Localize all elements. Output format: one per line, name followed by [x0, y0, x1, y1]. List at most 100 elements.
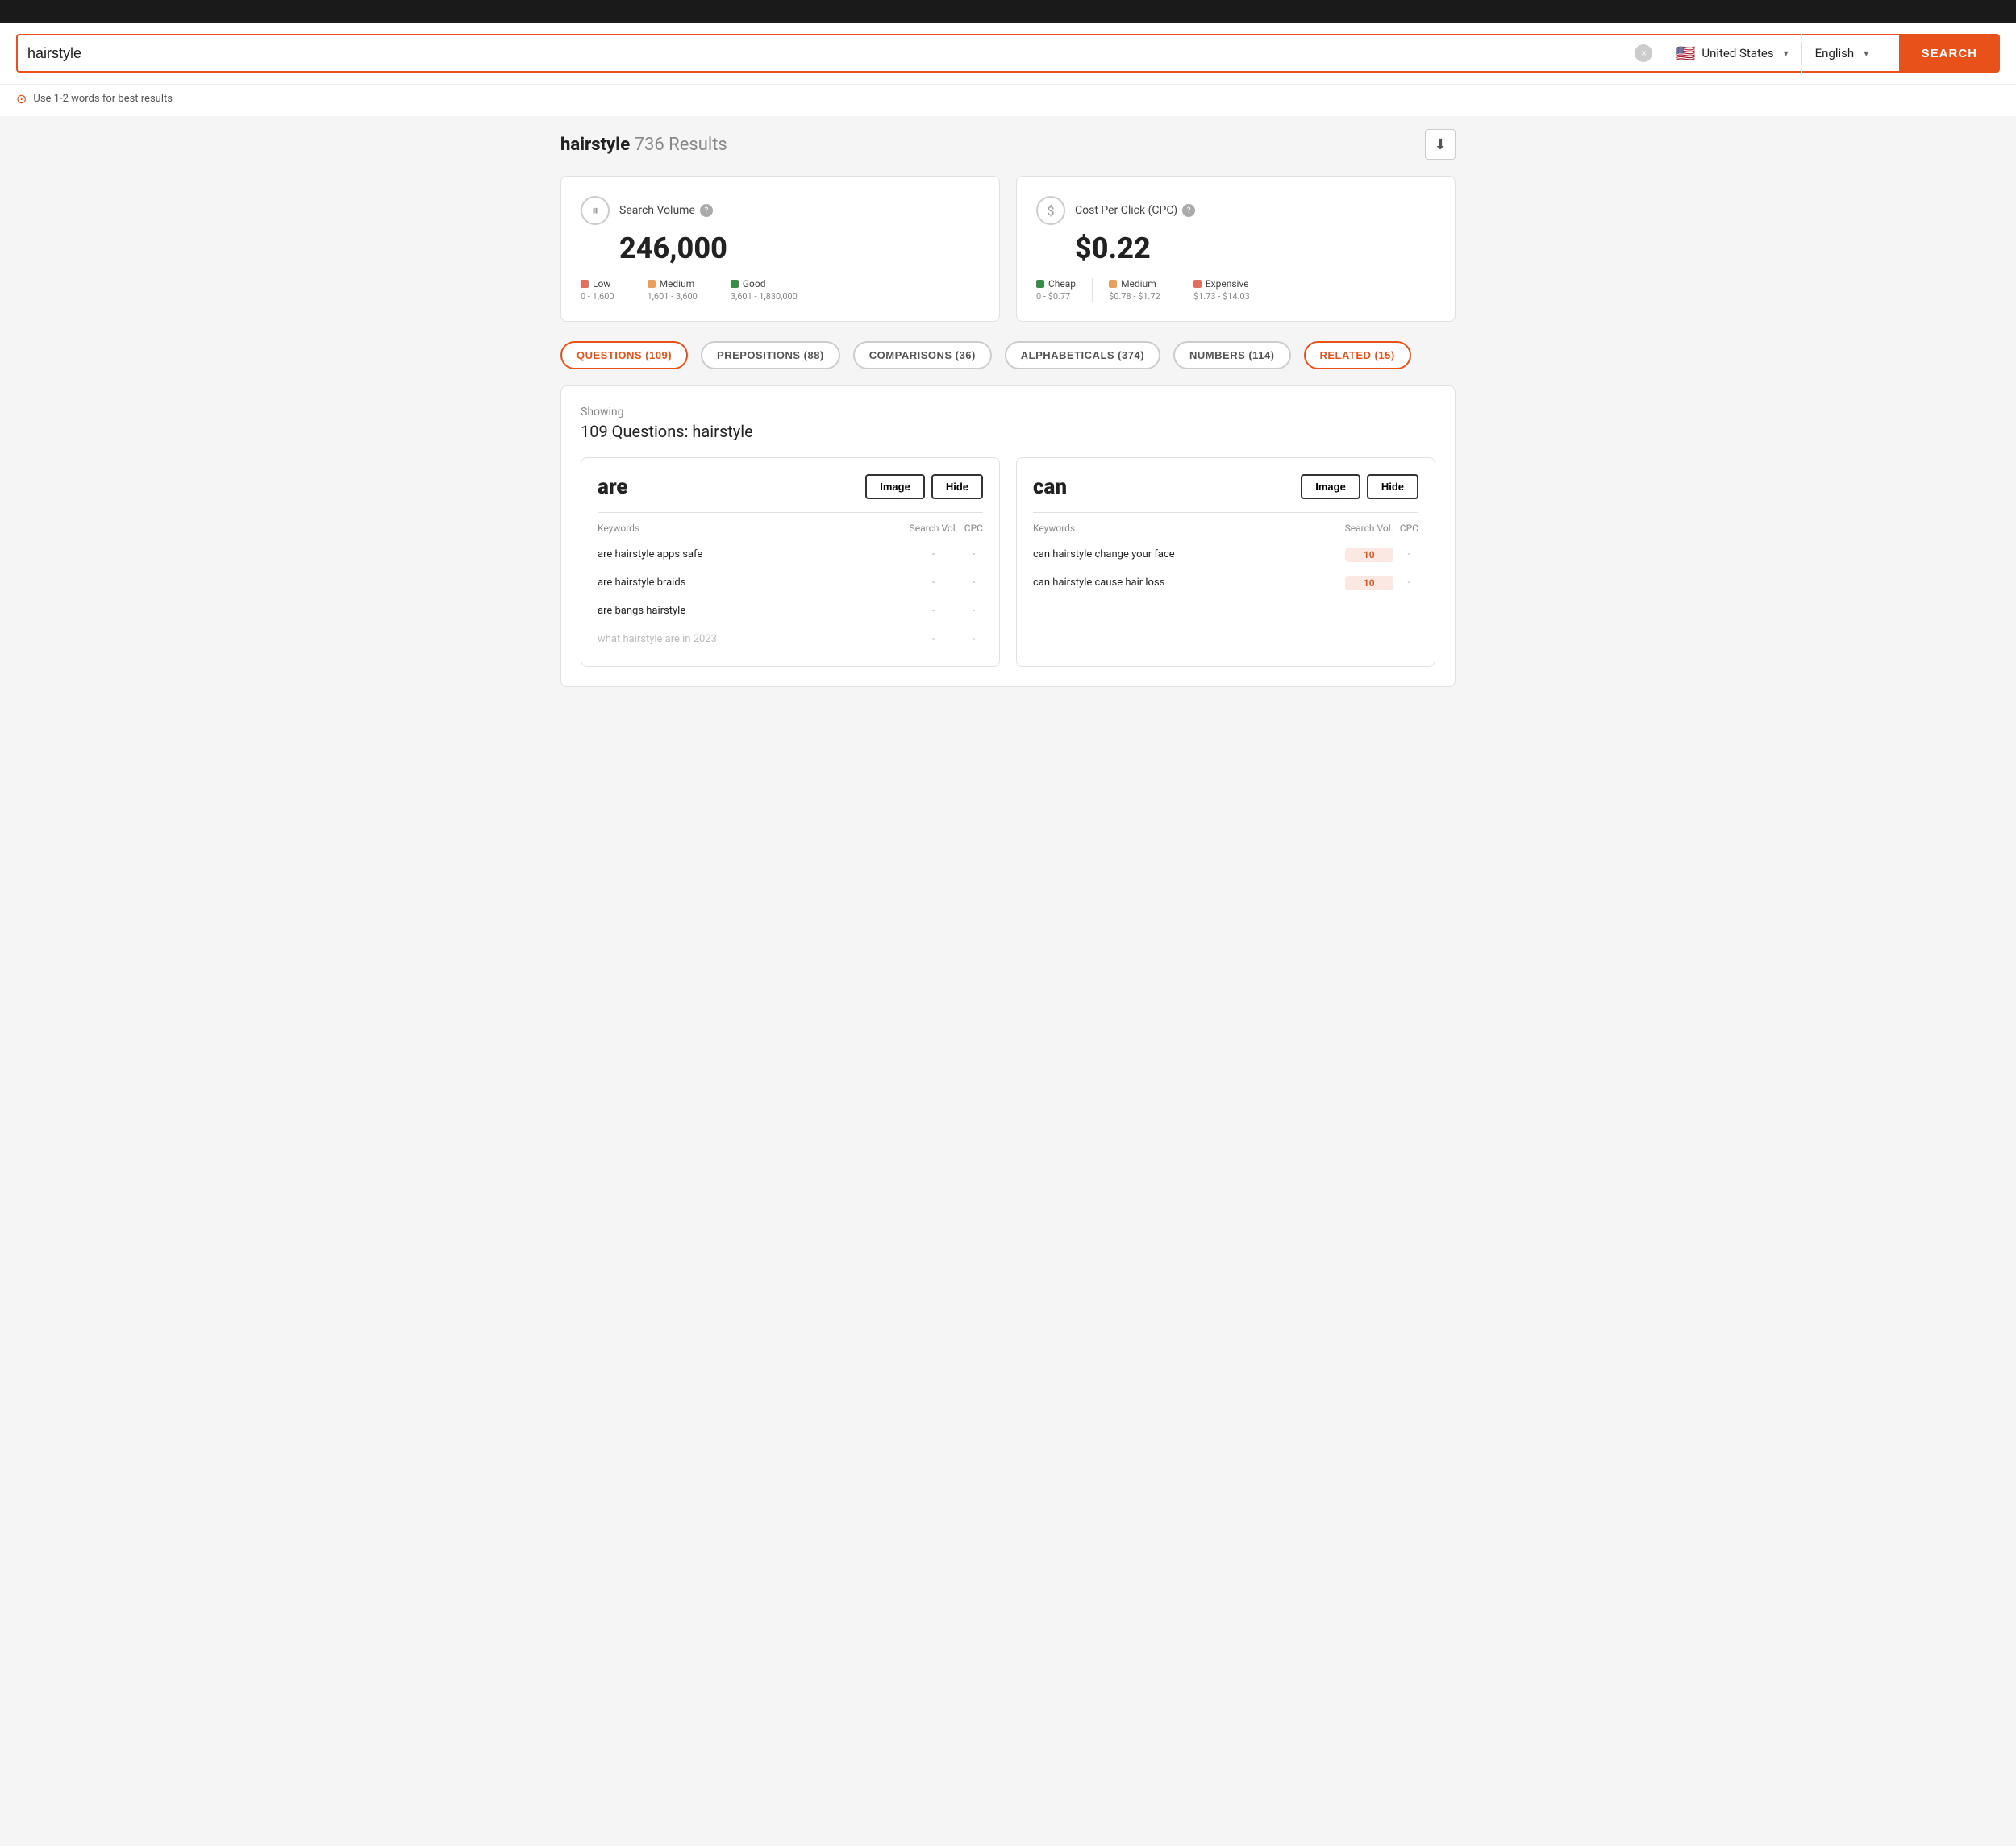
- image-button-are[interactable]: Image: [865, 474, 925, 499]
- legend-cheap: Cheap 0 - $0.77: [1036, 278, 1076, 302]
- chevron-down-icon: ▾: [1864, 48, 1868, 59]
- low-range: 0 - 1,600: [581, 291, 614, 302]
- country-flag: 🇺🇸: [1675, 44, 1695, 63]
- cpc-icon: $: [1036, 196, 1065, 225]
- good-label: Good: [743, 278, 766, 290]
- cpc-card: $ Cost Per Click (CPC) ? $0.22 Cheap 0 -…: [1016, 176, 1456, 322]
- kw-vol: -: [910, 548, 958, 560]
- hint-bar: ⊙ Use 1-2 words for best results: [0, 85, 2016, 116]
- questions-title: 109 Questions: hairstyle: [581, 422, 1435, 441]
- hint-icon: ⊙: [16, 91, 27, 106]
- questions-panel: Showing 109 Questions: hairstyle are Ima…: [560, 385, 1456, 687]
- results-title: hairstyle 736 Results: [560, 135, 727, 155]
- download-button[interactable]: ⬇: [1425, 129, 1456, 160]
- search-volume-card: ⏸ Search Volume ? 246,000 Low 0 - 1,600: [560, 176, 1000, 322]
- results-keyword: hairstyle: [560, 135, 630, 155]
- tab-alphabeticals[interactable]: ALPHABETICALS (374): [1005, 341, 1160, 369]
- hide-button-can[interactable]: Hide: [1367, 474, 1418, 499]
- search-input[interactable]: [27, 45, 1635, 62]
- questions-showing: Showing: [581, 406, 1435, 419]
- legend-low: Low 0 - 1,600: [581, 278, 614, 302]
- questions-grid: are Image Hide Keywords Search Vol. CPC …: [581, 457, 1435, 667]
- search-volume-label: Search Volume: [619, 204, 695, 217]
- kw-vol-highlight: 10: [1345, 576, 1393, 590]
- search-bar-wrapper: × 🇺🇸 United States ▾ English ▾ SEARCH: [0, 23, 2016, 85]
- good-range: 3,601 - 1,830,000: [731, 291, 798, 302]
- question-group-can: can Image Hide Keywords Search Vol. CPC …: [1016, 457, 1435, 667]
- kw-cpc: -: [1400, 577, 1418, 589]
- kw-cpc: -: [1400, 548, 1418, 560]
- kw-cpc: -: [964, 577, 983, 589]
- clear-button[interactable]: ×: [1635, 44, 1652, 62]
- medium-range: 1,601 - 3,600: [648, 291, 698, 302]
- kw-text: can hairstyle change your face: [1033, 544, 1339, 565]
- cheap-range: 0 - $0.77: [1036, 291, 1076, 302]
- col-cpc-are: CPC: [964, 523, 983, 537]
- cheap-dot: [1036, 280, 1044, 288]
- expensive-label: Expensive: [1206, 278, 1249, 290]
- tab-questions[interactable]: QUESTIONS (109): [560, 341, 688, 369]
- cpc-label: Cost Per Click (CPC): [1075, 204, 1177, 217]
- expensive-dot: [1193, 280, 1202, 288]
- search-input-container: ×: [16, 34, 1662, 73]
- results-header: hairstyle 736 Results ⬇: [560, 129, 1456, 160]
- questions-keyword: hairstyle: [692, 422, 752, 441]
- search-volume-help-icon[interactable]: ?: [700, 204, 713, 217]
- results-count: 736 Results: [635, 135, 727, 155]
- good-dot: [731, 280, 739, 288]
- language-name: English: [1815, 46, 1855, 60]
- top-bar: [0, 0, 2016, 23]
- medium-cpc-dot: [1109, 280, 1117, 288]
- search-volume-legend: Low 0 - 1,600 Medium 1,601 - 3,600: [581, 278, 980, 302]
- country-selector[interactable]: 🇺🇸 United States ▾: [1662, 34, 1801, 73]
- language-selector[interactable]: English ▾: [1802, 34, 1899, 73]
- cheap-label: Cheap: [1048, 278, 1076, 290]
- tab-prepositions[interactable]: PREPOSITIONS (88): [701, 341, 840, 369]
- country-name: United States: [1702, 46, 1773, 60]
- hint-text: Use 1-2 words for best results: [33, 93, 173, 105]
- cpc-value: $0.22: [1075, 231, 1435, 265]
- low-dot: [581, 280, 589, 288]
- tabs-row: QUESTIONS (109) PREPOSITIONS (88) COMPAR…: [560, 341, 1456, 369]
- kw-text: are hairstyle apps safe: [598, 544, 903, 565]
- kw-vol-highlight: 10: [1345, 548, 1393, 562]
- metrics-row: ⏸ Search Volume ? 246,000 Low 0 - 1,600: [560, 176, 1456, 322]
- chevron-down-icon: ▾: [1784, 48, 1789, 59]
- col-keywords-can: Keywords: [1033, 523, 1339, 537]
- tab-comparisons[interactable]: COMPARISONS (36): [853, 341, 992, 369]
- medium-label: Medium: [660, 278, 695, 290]
- legend-medium-cpc: Medium $0.78 - $1.72: [1109, 278, 1160, 302]
- medium-cpc-range: $0.78 - $1.72: [1109, 291, 1160, 302]
- kw-text: what hairstyle are in 2023: [598, 628, 903, 650]
- kw-vol: -: [910, 628, 958, 650]
- medium-cpc-label: Medium: [1121, 278, 1156, 290]
- medium-dot: [648, 280, 656, 288]
- col-keywords-are: Keywords: [598, 523, 903, 537]
- kw-vol: -: [910, 577, 958, 589]
- kw-cpc: -: [964, 628, 983, 650]
- col-cpc-can: CPC: [1400, 523, 1418, 537]
- search-volume-value: 246,000: [619, 231, 980, 265]
- kw-text: can hairstyle cause hair loss: [1033, 572, 1339, 594]
- hide-button-are[interactable]: Hide: [931, 474, 983, 499]
- question-group-are: are Image Hide Keywords Search Vol. CPC …: [581, 457, 1000, 667]
- legend-medium: Medium 1,601 - 3,600: [648, 278, 698, 302]
- kw-text: are bangs hairstyle: [598, 600, 903, 622]
- low-label: Low: [593, 278, 610, 290]
- col-vol-can: Search Vol.: [1345, 523, 1393, 537]
- questions-count: 109 Questions:: [581, 422, 688, 441]
- cpc-help-icon[interactable]: ?: [1182, 204, 1195, 217]
- kw-cpc: -: [964, 548, 983, 560]
- col-vol-are: Search Vol.: [910, 523, 958, 537]
- kw-text: are hairstyle braids: [598, 572, 903, 594]
- kw-cpc: -: [964, 605, 983, 617]
- cpc-legend: Cheap 0 - $0.77 Medium $0.78 - $1.72: [1036, 278, 1435, 302]
- search-volume-icon: ⏸: [581, 196, 610, 225]
- kw-vol: -: [910, 605, 958, 617]
- tab-numbers[interactable]: NUMBERS (114): [1173, 341, 1290, 369]
- legend-expensive: Expensive $1.73 - $14.03: [1193, 278, 1250, 302]
- image-button-can[interactable]: Image: [1301, 474, 1360, 499]
- expensive-range: $1.73 - $14.03: [1193, 291, 1250, 302]
- search-button[interactable]: SEARCH: [1899, 34, 2000, 73]
- tab-related[interactable]: RELATED (15): [1304, 341, 1411, 369]
